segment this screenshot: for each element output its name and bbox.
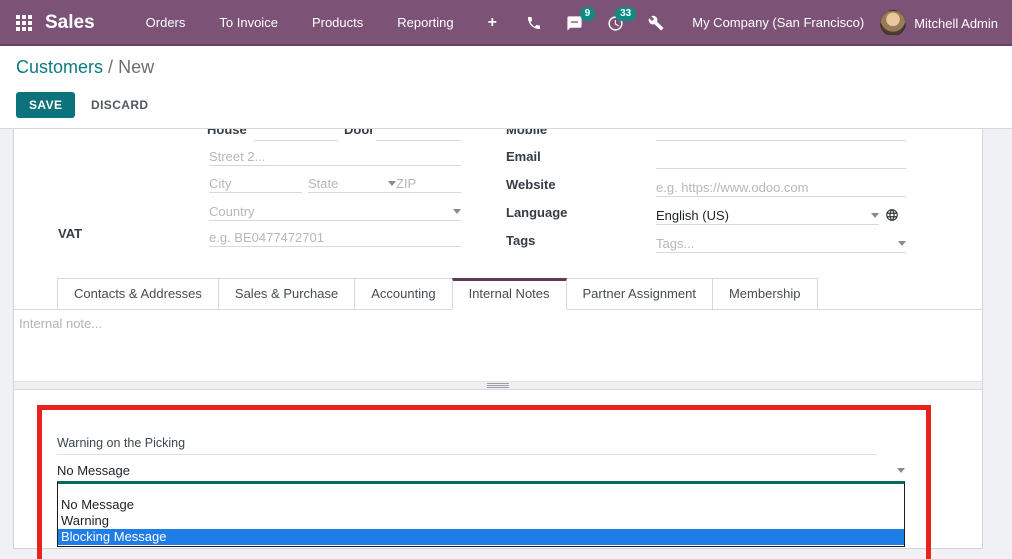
mobile-input[interactable]: [656, 129, 906, 141]
warning-select-dropdown: No Message Warning Blocking Message: [57, 481, 905, 547]
warning-on-picking-select[interactable]: No Message: [57, 461, 905, 480]
breadcrumb: Customers / New: [16, 57, 154, 78]
city-input[interactable]: [209, 175, 302, 192]
app-name[interactable]: Sales: [45, 12, 95, 34]
voip-phone-button[interactable]: [514, 0, 554, 46]
door-input[interactable]: [376, 129, 461, 141]
house-input[interactable]: [254, 129, 338, 141]
street2-input[interactable]: [209, 148, 461, 165]
tab-membership[interactable]: Membership: [711, 278, 818, 310]
email-field[interactable]: [656, 151, 906, 169]
caret-down-icon: [388, 181, 396, 186]
email-label: Email: [506, 149, 541, 164]
internal-note-textarea[interactable]: [14, 310, 982, 381]
internal-notes-panel: [14, 310, 982, 381]
tab-contacts-addresses[interactable]: Contacts & Addresses: [57, 278, 219, 310]
door-label: Door: [344, 129, 375, 137]
tags-label: Tags: [506, 233, 536, 248]
tab-partner-assignment[interactable]: Partner Assignment: [565, 278, 713, 310]
navbar-right-systray: 9 33 My Company (San Francisco) Mitchell…: [514, 0, 1012, 46]
apps-menu-button[interactable]: [16, 15, 32, 31]
menu-orders[interactable]: Orders: [129, 0, 203, 46]
country-select[interactable]: Country: [209, 203, 461, 221]
website-label: Website: [506, 177, 556, 192]
globe-icon: [885, 208, 899, 227]
caret-down-icon: [453, 209, 461, 214]
vat-input[interactable]: [209, 229, 461, 246]
vat-field[interactable]: [209, 229, 461, 247]
vat-label: VAT: [58, 226, 83, 241]
warning-select-value: No Message: [57, 463, 130, 478]
city-field[interactable]: [209, 175, 302, 193]
language-select[interactable]: English (US): [656, 207, 879, 225]
developer-tools-button[interactable]: [636, 0, 676, 46]
avatar: [880, 10, 907, 36]
menu-reporting[interactable]: Reporting: [380, 0, 470, 46]
caret-down-icon: [898, 241, 906, 246]
caret-down-icon: [897, 468, 905, 473]
activities-button[interactable]: 33: [595, 0, 637, 46]
state-placeholder: State: [308, 176, 339, 191]
tags-select[interactable]: Tags...: [656, 235, 906, 253]
messages-button[interactable]: 9: [554, 0, 596, 46]
company-switcher[interactable]: My Company (San Francisco): [676, 0, 880, 46]
state-select[interactable]: State: [308, 175, 396, 193]
language-label: Language: [506, 205, 568, 220]
wrench-icon: [648, 15, 664, 31]
option-blocking-message[interactable]: Blocking Message: [58, 529, 904, 545]
tab-sales-purchase[interactable]: Sales & Purchase: [217, 278, 356, 310]
language-value: English (US): [656, 208, 729, 223]
website-input[interactable]: [656, 179, 906, 196]
messages-count-badge: 9: [579, 7, 596, 21]
street2-field[interactable]: [209, 148, 461, 166]
tab-accounting[interactable]: Accounting: [354, 278, 453, 310]
mobile-label: Mobile: [506, 129, 548, 137]
grip-lines-icon: [487, 383, 509, 388]
discard-button[interactable]: DISCARD: [81, 92, 158, 118]
zip-field[interactable]: [396, 175, 461, 193]
phone-icon: [526, 15, 542, 31]
tab-internal-notes[interactable]: Internal Notes: [451, 278, 567, 310]
email-input[interactable]: [656, 151, 906, 168]
top-navbar: Sales Orders To Invoice Products Reporti…: [0, 0, 1012, 46]
country-placeholder: Country: [209, 204, 255, 219]
website-field[interactable]: [656, 179, 906, 197]
user-name: Mitchell Admin: [914, 15, 998, 31]
caret-down-icon: [871, 213, 879, 218]
house-label: House: [207, 129, 247, 137]
zip-input[interactable]: [396, 175, 461, 192]
tags-placeholder: Tags...: [656, 236, 695, 251]
user-menu[interactable]: Mitchell Admin: [880, 10, 1006, 36]
option-warning[interactable]: Warning: [58, 513, 904, 529]
option-no-message[interactable]: No Message: [58, 497, 904, 513]
breadcrumb-separator: /: [108, 57, 114, 77]
app-window: Sales Orders To Invoice Products Reporti…: [0, 0, 1012, 559]
breadcrumb-current: New: [118, 57, 155, 77]
notebook-tabs: Contacts & Addresses Sales & Purchase Ac…: [14, 278, 982, 310]
main-menu: Orders To Invoice Products Reporting +: [129, 0, 514, 46]
warning-label-underline: [57, 454, 877, 455]
menu-plus[interactable]: +: [471, 0, 514, 46]
warning-on-picking-label: Warning on the Picking: [57, 436, 186, 450]
control-panel: Customers / New SAVE DISCARD: [0, 46, 1012, 129]
apps-grid-icon: [16, 15, 32, 31]
menu-to-invoice[interactable]: To Invoice: [202, 0, 295, 46]
breadcrumb-customers-link[interactable]: Customers: [16, 57, 103, 77]
menu-products[interactable]: Products: [295, 0, 380, 46]
panel-resize-handle[interactable]: [14, 381, 982, 390]
save-button[interactable]: SAVE: [16, 92, 76, 118]
activities-count-badge: 33: [615, 7, 637, 21]
